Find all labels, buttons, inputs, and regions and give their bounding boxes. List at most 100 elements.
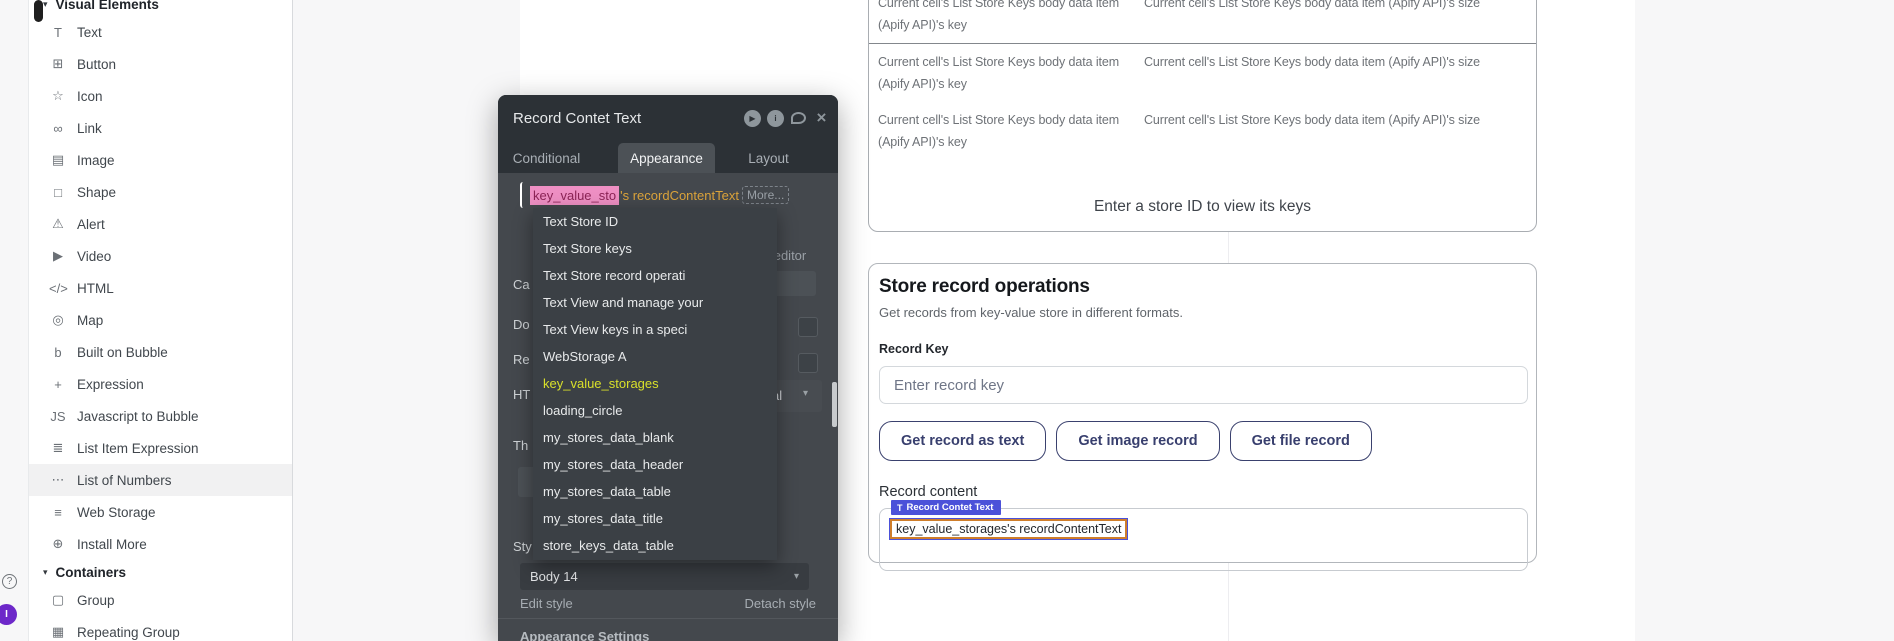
palette-section-items: ▢ Group ▦ Repeating Group [29,584,292,641]
close-icon[interactable]: × [813,110,830,127]
autocomplete-option-text-view-and-manage-your[interactable]: Text View and manage your [533,289,777,316]
palette-section-label: Visual Elements [56,0,159,12]
panel-title: Record Contet Text [513,110,744,127]
autocomplete-option-loading-circle[interactable]: loading_circle [533,397,777,424]
sidebar-item-shape[interactable]: □ Shape [29,176,292,208]
sidebar-item-link[interactable]: ∞ Link [29,112,292,144]
sidebar-item-alert[interactable]: ⚠ Alert [29,208,292,240]
sidebar-item-icon[interactable]: ☆ Icon [29,80,292,112]
sidebar-item-label: Repeating Group [77,625,180,640]
sidebar-item-web-storage[interactable]: ≡ Web Storage [29,496,292,528]
info-icon[interactable]: i [767,110,784,127]
autocomplete-option-my-stores-data-table[interactable]: my_stores_data_table [533,478,777,505]
record-key-input[interactable] [879,366,1528,404]
sidebar-item-group[interactable]: ▢ Group [29,584,292,616]
ops-title: Store record operations [879,276,1526,298]
sidebar-item-text[interactable]: T Text [29,16,292,48]
editor-root: Current cell's List Store Keys body data… [0,0,1894,641]
sidebar-item-expression[interactable]: + Expression [29,368,292,400]
expression-composer[interactable]: key_value_sto 's recordContentText More.… [520,182,789,208]
keys-cell-key: Current cell's List Store Keys body data… [878,0,1130,36]
store-id-empty-message: Enter a store ID to view its keys [869,198,1536,216]
checkbox-2[interactable] [798,353,818,373]
panel-header[interactable]: Record Contet Text ▶ i × [498,95,838,141]
sidebar-item-label: HTML [77,281,114,296]
chevron-down-icon: ▾ [43,567,48,578]
record-content-label: Record content [879,484,1526,500]
autocomplete-option-my-stores-data-title[interactable]: my_stores_data_title [533,505,777,532]
autocomplete-option-text-store-keys[interactable]: Text Store keys [533,235,777,262]
panel-header-icons: ▶ i × [744,110,830,127]
palette-section-header[interactable]: ▾ Containers [29,560,292,584]
sidebar-item-label: Link [77,121,102,136]
element-icon: b [49,345,67,360]
sidebar-item-label: Built on Bubble [77,345,168,360]
sidebar-item-image[interactable]: ▤ Image [29,144,292,176]
selected-element-tag: T Record Contet Text [891,500,1001,515]
record-key-label: Record Key [879,342,1526,356]
store-record-operations-card: Store record operations Get records from… [868,263,1537,563]
sidebar-item-built-on-bubble[interactable]: b Built on Bubble [29,336,292,368]
record-content-box: T Record Contet Text key_value_storages'… [879,508,1528,571]
edit-style-link[interactable]: Edit style [520,596,573,611]
checkbox-1[interactable] [798,317,818,337]
sidebar-item-label: Group [77,593,115,608]
expression-selected-token[interactable]: key_value_sto [530,186,619,205]
autocomplete-option-webstorage-a[interactable]: WebStorage A [533,343,777,370]
autocomplete-option-text-store-record-operati[interactable]: Text Store record operati [533,262,777,289]
comment-icon[interactable] [790,110,807,127]
sidebar-item-list-of-numbers[interactable]: ⋯ List of Numbers [29,464,292,496]
dropdown-scrollbar-thumb[interactable] [832,382,837,427]
sidebar-item-label: Icon [77,89,103,104]
autocomplete-option-text-store-id[interactable]: Text Store ID [533,208,777,235]
style-select[interactable]: Body 14 ▾ [520,563,809,590]
element-icon: ∞ [49,121,67,136]
selected-element-tag-label: Record Contet Text [907,502,994,513]
sidebar-item-video[interactable]: ▶ Video [29,240,292,272]
autocomplete-option-my-stores-data-blank[interactable]: my_stores_data_blank [533,424,777,451]
preview-play-icon[interactable]: ▶ [744,110,761,127]
selected-text-element[interactable]: key_value_storages's recordContentText [890,519,1127,539]
tab-layout[interactable]: Layout [720,143,817,173]
sidebar-item-label: Alert [77,217,105,232]
element-icon: + [49,377,67,392]
element-icon: ⚠ [49,216,67,232]
palette-section-containers: ▾ Containers ▢ Group ▦ Repeating Group [29,560,292,641]
autocomplete-option-my-stores-data-header[interactable]: my_stores_data_header [533,451,777,478]
record-button-get-record-as-text[interactable]: Get record as text [879,421,1046,461]
record-button-get-image-record[interactable]: Get image record [1056,421,1219,461]
record-button-get-file-record[interactable]: Get file record [1230,421,1372,461]
keys-row-: Current cell's List Store Keys body data… [869,0,1536,44]
store-keys-rows: Current cell's List Store Keys body data… [869,0,1536,160]
sidebar-item-label: Button [77,57,116,72]
tab-conditional[interactable]: Conditional [498,143,595,173]
panel-divider [498,618,838,619]
element-icon: ▦ [49,624,67,640]
tab-appearance[interactable]: Appearance [618,143,715,173]
palette-scrollbar-thumb[interactable] [34,0,43,22]
autocomplete-option-store-keys-data-table[interactable]: store_keys_data_table [533,532,777,559]
autocomplete-option-text-view-keys-in-a-speci[interactable]: Text View keys in a speci [533,316,777,343]
sidebar-item-label: Video [77,249,111,264]
sidebar-item-list-item-expression[interactable]: ≣ List Item Expression [29,432,292,464]
sidebar-item-javascript-to-bubble[interactable]: JS Javascript to Bubble [29,400,292,432]
keys-cell-key: Current cell's List Store Keys body data… [878,109,1130,153]
user-badge[interactable]: I [0,604,17,625]
style-select-value: Body 14 [530,569,794,584]
palette-section-label: Containers [56,565,127,580]
sidebar-item-install-more[interactable]: ⊕ Install More [29,528,292,560]
autocomplete-option-key-value-storages[interactable]: key_value_storages [533,370,777,397]
sidebar-item-repeating-group[interactable]: ▦ Repeating Group [29,616,292,641]
palette-section-header[interactable]: ▾ Visual Elements [29,0,292,16]
sidebar-item-html[interactable]: </> HTML [29,272,292,304]
sidebar-item-button[interactable]: ⊞ Button [29,48,292,80]
label-fragment-th: Th [513,438,528,453]
sidebar-item-label: Web Storage [77,505,156,520]
expression-suffix[interactable]: 's recordContentText [620,188,739,203]
help-icon[interactable]: ? [2,574,17,589]
label-fragment-ht: HT [513,387,530,402]
sidebar-item-map[interactable]: ◎ Map [29,304,292,336]
ops-subtitle: Get records from key-value store in diff… [879,305,1526,320]
detach-style-link[interactable]: Detach style [744,596,816,611]
expression-more-button[interactable]: More... [742,186,789,204]
